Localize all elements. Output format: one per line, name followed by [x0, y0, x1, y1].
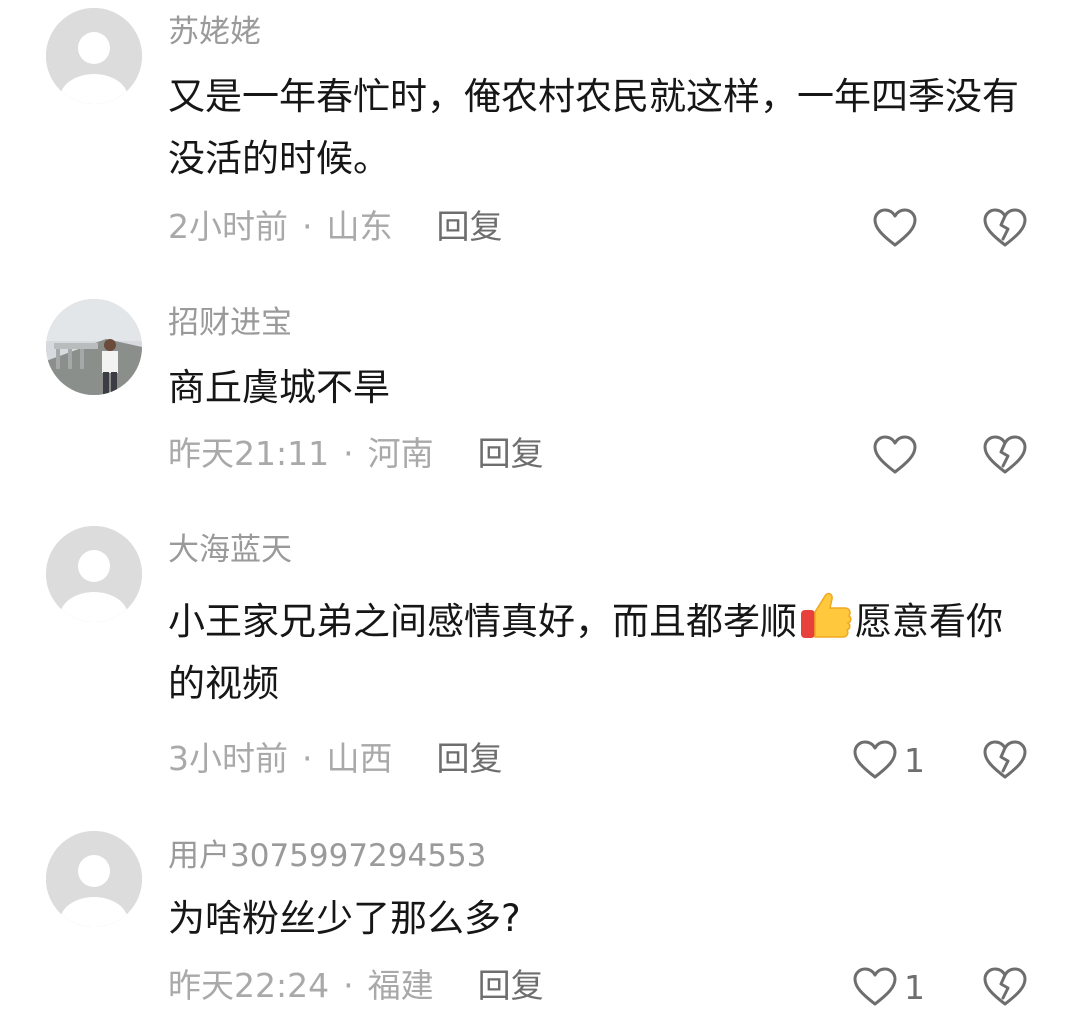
broken-heart-icon	[983, 435, 1027, 474]
comment-text: 为啥粉丝少了那么多?	[168, 897, 521, 940]
comment-list: 苏姥姥 又是一年春忙时，俺农村农民就这样，一年四季没有没活的时候。 2小时前 · 山…	[0, 0, 1079, 1024]
heart-icon	[873, 435, 917, 474]
username[interactable]: 用户3075997294553	[168, 836, 486, 876]
comment-text: 商丘虞城不旱	[168, 366, 390, 409]
heart-icon	[853, 740, 897, 779]
like-button[interactable]: 1	[852, 739, 925, 781]
username[interactable]: 大海蓝天	[168, 530, 292, 570]
comment-location: 福建	[367, 966, 434, 1005]
reply-button[interactable]: 回复	[478, 434, 544, 473]
avatar[interactable]	[46, 831, 142, 927]
comment-text-part: 小王家兄弟之间感情真好，而且都孝顺	[168, 600, 797, 643]
dislike-button[interactable]	[982, 207, 1028, 253]
username[interactable]: 苏姥姥	[168, 12, 261, 52]
like-button[interactable]	[872, 434, 924, 476]
user-photo-avatar	[46, 299, 142, 395]
comment-meta: 2小时前 · 山东 回复	[168, 207, 503, 247]
comment-location: 山西	[326, 739, 393, 778]
avatar[interactable]	[46, 526, 142, 622]
comment-meta: 昨天21:11 · 河南 回复	[168, 434, 544, 474]
like-count: 1	[904, 740, 925, 780]
separator-dot: ·	[302, 207, 313, 246]
avatar[interactable]	[46, 8, 142, 104]
reply-button[interactable]: 回复	[437, 207, 503, 246]
thumbs-up-icon	[801, 592, 852, 638]
comment-text: 小王家兄弟之间感情真好，而且都孝顺 愿意看你的视频	[168, 588, 1028, 715]
default-avatar-icon	[46, 831, 142, 927]
comment-text: 又是一年春忙时，俺农村农民就这样，一年四季没有没活的时候。	[168, 75, 1019, 180]
default-avatar-icon	[46, 526, 142, 622]
heart-icon	[853, 967, 897, 1006]
username[interactable]: 招财进宝	[168, 303, 292, 343]
separator-dot: ·	[302, 739, 313, 778]
dislike-button[interactable]	[982, 966, 1028, 1012]
dislike-button[interactable]	[982, 434, 1028, 480]
broken-heart-icon	[983, 740, 1027, 779]
comment-time: 昨天22:24	[168, 966, 330, 1005]
comment-meta: 昨天22:24 · 福建 回复	[168, 966, 544, 1006]
comment-time: 3小时前	[168, 739, 288, 778]
broken-heart-icon	[983, 967, 1027, 1006]
default-avatar-icon	[46, 8, 142, 104]
reply-button[interactable]: 回复	[437, 739, 503, 778]
dislike-button[interactable]	[982, 739, 1028, 785]
comment-time: 昨天21:11	[168, 434, 330, 473]
like-button[interactable]	[872, 207, 924, 249]
reply-button[interactable]: 回复	[478, 966, 544, 1005]
comment-meta: 3小时前 · 山西 回复	[168, 739, 503, 779]
separator-dot: ·	[343, 434, 354, 473]
avatar[interactable]	[46, 299, 142, 395]
heart-icon	[873, 208, 917, 247]
like-count: 1	[904, 967, 925, 1007]
like-button[interactable]: 1	[852, 966, 925, 1008]
broken-heart-icon	[983, 208, 1027, 247]
comment-location: 河南	[367, 434, 434, 473]
separator-dot: ·	[343, 966, 354, 1005]
comment-time: 2小时前	[168, 207, 288, 246]
comment-location: 山东	[326, 207, 393, 246]
